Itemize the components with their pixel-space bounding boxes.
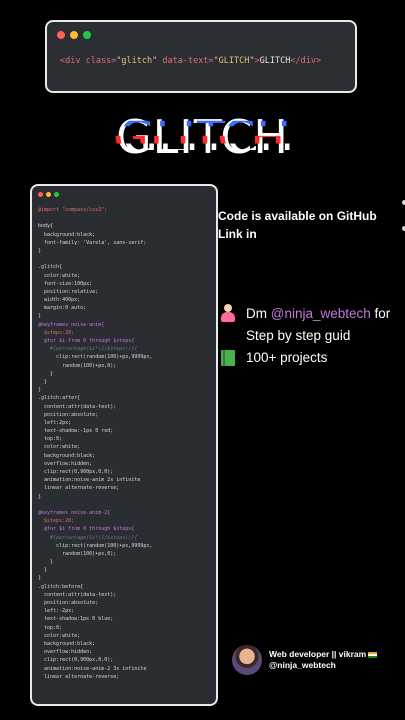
code-line: }: [38, 575, 42, 582]
code-line: .glitch{: [38, 264, 63, 271]
code-line: @for $i from 0 through $steps{: [38, 526, 135, 533]
code-line: .glitch:after{: [38, 395, 81, 402]
code-line: animation:noise-anim-2 3s infinite: [38, 665, 147, 672]
dm-row: Dm @ninja_webtech for: [218, 302, 390, 324]
code-line: }: [38, 567, 48, 574]
minimize-dot-icon: [70, 31, 78, 39]
code-line: $steps:20;: [38, 518, 75, 525]
guide-text: Step by step guid: [246, 327, 351, 343]
html-snippet-code: <div class="glitch" data-text="GLITCH">G…: [60, 56, 322, 66]
code-line: }: [38, 247, 42, 254]
code-line: animation:noise-anim 2s infinite: [38, 477, 141, 484]
profile-badge[interactable]: Web developer || vikram @ninja_webtech: [232, 645, 378, 675]
code-line: background:black;: [38, 640, 96, 647]
code-line: content:attr(data-text);: [38, 591, 117, 598]
code-line: $steps:20;: [38, 329, 75, 336]
code-line: }: [38, 378, 48, 385]
github-info: Code is available on GitHub Link in: [218, 207, 377, 243]
code-line: background:black;: [38, 231, 96, 238]
code-line: color:white;: [38, 444, 81, 451]
code-line: left:2px;: [38, 419, 72, 426]
code-line: }: [38, 313, 42, 320]
avatar[interactable]: [232, 645, 262, 675]
code-line: }: [38, 493, 42, 500]
projects-row: 100+ projects: [218, 346, 390, 368]
maximize-dot-icon: [54, 192, 59, 197]
code-line: linear alternate-reverse;: [38, 485, 120, 492]
code-line: }: [38, 370, 54, 377]
profile-name: Web developer || vikram: [269, 649, 378, 660]
code-line: clip:rect(0,900px,0,0);: [38, 657, 114, 664]
code-line: clip:rect(0,900px,0,0);: [38, 469, 114, 475]
handle-link[interactable]: @ninja_webtech: [271, 306, 371, 321]
css-code-card: @import "compass/css3"; body{ background:…: [30, 184, 218, 706]
book-icon: [218, 348, 240, 366]
html-snippet-card: <div class="glitch" data-text="GLITCH">G…: [45, 20, 357, 93]
link-note: Link in: [218, 227, 257, 241]
glitch-title: GLITCH GLITCH GLITCH GLITCH: [0, 110, 405, 170]
code-line: top:0;: [38, 436, 63, 443]
projects-text: 100+ projects: [246, 349, 328, 365]
dm-text: Dm @ninja_webtech for: [246, 305, 391, 321]
code-line: text-shadow:1px 0 blue;: [38, 616, 114, 623]
code-line: width:400px;: [38, 297, 81, 304]
github-note: Code is available on GitHub: [218, 209, 377, 223]
flag-icon: [368, 651, 378, 658]
code-line: position:relative;: [38, 288, 99, 295]
window-controls: [57, 31, 91, 39]
person-icon: [218, 304, 240, 322]
code-line: clip:rect(random(100)+px,9999px,: [38, 354, 153, 361]
window-controls: [38, 192, 59, 197]
code-line: left:-2px;: [38, 608, 75, 615]
code-line: color:white;: [38, 632, 81, 639]
code-line: @keyframes noise-anim{: [38, 321, 105, 328]
code-line: overflow:hidden;: [38, 649, 93, 656]
code-line: font-size:100px;: [38, 280, 93, 287]
code-line: background:black;: [38, 452, 96, 459]
minimize-dot-icon: [46, 192, 51, 197]
code-line: random(100)+px,0);: [38, 550, 117, 557]
code-line: @keyframes noise-anim-2{: [38, 509, 111, 516]
code-line: @for $i from 0 through $steps{: [38, 338, 135, 344]
code-line: linear alternate-reverse;: [38, 673, 120, 680]
promo-block: Dm @ninja_webtech for Step by step guid …: [218, 302, 390, 368]
code-line: top:0;: [38, 624, 63, 631]
code-line: font-family: 'Varela', sans-serif;: [38, 239, 147, 246]
code-line: clip:rect(random(100)+px,9999px,: [38, 542, 153, 549]
close-dot-icon: [38, 192, 43, 197]
code-line: color:white;: [38, 272, 81, 279]
code-line: @import "compass/css3";: [38, 207, 108, 213]
code-line: }: [38, 559, 54, 566]
code-line: #{percentage($i*(1/$steps))}{: [38, 346, 138, 353]
code-line: overflow:hidden;: [38, 460, 93, 467]
close-dot-icon: [57, 31, 65, 39]
maximize-dot-icon: [83, 31, 91, 39]
css-code: @import "compass/css3"; body{ background:…: [38, 206, 212, 681]
code-line: content:attr(data-text);: [38, 403, 117, 410]
profile-handle: @ninja_webtech: [269, 660, 336, 670]
code-line: #{percentage($i*(1/$steps))}{: [38, 534, 138, 541]
code-line: }: [38, 387, 42, 394]
code-line: text-shadow:-1px 0 red;: [38, 428, 114, 435]
code-line: position:absolute;: [38, 411, 99, 418]
code-line: margin:0 auto;: [38, 305, 87, 312]
code-line: .glitch:before{: [38, 583, 84, 590]
guide-row: Step by step guid: [218, 324, 390, 346]
code-line: random(100)+px,0);: [38, 362, 117, 369]
code-line: position:absolute;: [38, 600, 99, 606]
code-line: body{: [38, 223, 54, 230]
